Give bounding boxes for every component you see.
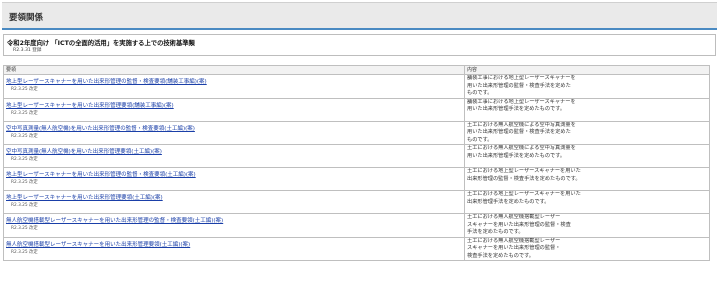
section-title: 要領関係 [9,13,44,23]
section-header: 要領関係 [2,2,717,30]
guidelines-table: 要領 内容 地上型レーザースキャナーを用いた出来形管理の監督・検査要領(舗装工事… [3,65,710,261]
table-row: 空中写真測量(無人航空機)を用いた出来形管理の監督・検査要領(土工編)(案) R2… [3,120,710,145]
guideline-link[interactable]: 地上型レーザースキャナーを用いた出来形管理の監督・検査要領(土工編)(案) [6,172,464,179]
guideline-link[interactable]: 地上型レーザースキャナーを用いた出来形管理要領(土工編)(案) [6,195,464,202]
guideline-description-cell: 土工における無人航空機による空中写真測量を 用いた出来形管理手法を定めたものです。 [464,144,710,168]
guideline-title-cell: 無人航空機搭載型レーザースキャナーを用いた出来形管理の監督・検査要領(土工編)(… [3,213,465,238]
description-line: 用いた出来形管理手法を定めたものです。 [467,106,566,112]
description-line: 舗装工事における地上型レーザースキャナーを [467,75,576,81]
guideline-description-cell: 土工における無人航空機による空中写真測量を 用いた出来形管理の監督・検査手法を定め… [464,120,710,145]
table-row: 地上型レーザースキャナーを用いた出来形管理要領(舗装工事編)(案) R2.3.25… [3,97,710,122]
guideline-date: R2.3.25 改定 [11,157,38,162]
table-row: 地上型レーザースキャナーを用いた出来形管理要領(土工編)(案) R2.3.25 改… [3,190,710,214]
guideline-date: R2.3.25 改定 [11,249,38,255]
description-line: 出来形管理手法を定めたものです。 [467,198,550,205]
guideline-description-cell: 土工における無人航空機搭載型レーザースキャナーを用いた出来形管理の監督・検査手法… [464,236,710,261]
description-line: スキャナーを用いた出来形管理の監督・ [467,245,561,251]
guideline-link[interactable]: 地上型レーザースキャナーを用いた出来形管理要領(舗装工事編)(案) [6,103,464,110]
column-header-title: 要領 [3,65,465,75]
guideline-title-cell: 空中写真測量(無人航空機)を用いた出来形管理の監督・検査要領(土工編)(案) R2… [3,120,465,145]
guideline-date: R2.3.25 改定 [11,133,38,139]
description-line: 土工における無人航空機による空中写真測量を [467,145,576,152]
table-row: 地上型レーザースキャナーを用いた出来形管理の監督・検査要領(土工編)(案) R2.… [3,167,710,191]
guideline-link[interactable]: 地上型レーザースキャナーを用いた出来形管理の監督・検査要領(舗装工事編)(案) [6,79,464,86]
guideline-title-cell: 空中写真測量(無人航空機)を用いた出来形管理要領(土工編)(案) R2.3.25 … [3,144,465,168]
description-line: 用いた出来形管理手法を定めたものです。 [467,152,566,159]
table-row: 地上型レーザースキャナーを用いた出来形管理の監督・検査要領(舗装工事編)(案) R… [3,74,710,99]
guideline-title-cell: 地上型レーザースキャナーを用いた出来形管理の監督・検査要領(土工編)(案) R2.… [3,167,465,191]
guideline-description-cell: 土工における無人航空機搭載型レーザースキャナーを用いた出来形管理の監督・検査手法… [464,213,710,238]
description-line: 土工における地上型レーザースキャナーを用いた [467,168,581,175]
table-row: 空中写真測量(無人航空機)を用いた出来形管理要領(土工編)(案) R2.3.25 … [3,144,710,168]
column-header-content: 内容 [464,65,710,75]
description-line: ものです。 [467,90,493,96]
guideline-title-cell: 地上型レーザースキャナーを用いた出来形管理の監督・検査要領(舗装工事編)(案) R… [3,74,465,99]
description-line: 用いた出来形管理の監督・検査手法を定めた [467,129,571,135]
standard-date: R2.3.31 登録 [13,48,42,53]
guideline-title-cell: 地上型レーザースキャナーを用いた出来形管理要領(舗装工事編)(案) R2.3.25… [3,97,465,122]
guideline-title-cell: 無人航空機搭載型レーザースキャナーを用いた出来形管理要領(土工編)(案) R2.3… [3,236,465,261]
description-line: 手法を定めたものです。 [467,229,524,235]
guideline-description-cell: 舗装工事における地上型レーザースキャナーを 用いた出来形管理手法を定めたものです。 [464,97,710,122]
standard-title: 令和2年度向け 「ICTの全面的活用」を実施する上での技術基準類 [7,40,195,47]
guideline-link[interactable]: 空中写真測量(無人航空機)を用いた出来形管理の監督・検査要領(土工編)(案) [6,126,464,133]
description-line: 土工における無人航空機搭載型レーザー [467,237,561,244]
description-line: 土工における無人航空機搭載型レーザー [467,214,561,220]
description-line: 舗装工事における地上型レーザースキャナーを [467,98,576,105]
guideline-date: R2.3.25 改定 [11,110,38,116]
description-line: 出来形管理の監督・検査手法を定めたものです。 [467,175,581,182]
table-row: 無人航空機搭載型レーザースキャナーを用いた出来形管理の監督・検査要領(土工編)(… [3,213,710,238]
description-line: 土工における地上型レーザースキャナーを用いた [467,191,581,198]
description-line: ものです。 [467,136,493,143]
guideline-link[interactable]: 無人航空機搭載型レーザースキャナーを用いた出来形管理の監督・検査要領(土工編)(… [6,218,464,225]
description-line: 用いた出来形管理の監督・検査手法を定めた [467,82,571,89]
guideline-date: R2.3.25 改定 [11,180,38,185]
table-header-row: 要領 内容 [3,65,710,75]
guideline-description-cell: 舗装工事における地上型レーザースキャナーを 用いた出来形管理の監督・検査手法を定め… [464,74,710,99]
description-line: 検査手法を定めたものです。 [467,252,534,259]
guideline-date: R2.3.25 改定 [11,226,38,231]
guideline-date: R2.3.25 改定 [11,87,38,92]
guideline-title-cell: 地上型レーザースキャナーを用いた出来形管理要領(土工編)(案) R2.3.25 改… [3,190,465,214]
guideline-description-cell: 土工における地上型レーザースキャナーを用いた 出来形管理の監督・検査手法を定めたも… [464,167,710,191]
guideline-date: R2.3.25 改定 [11,203,38,208]
table-row: 無人航空機搭載型レーザースキャナーを用いた出来形管理要領(土工編)(案) R2.3… [3,236,710,261]
guideline-description-cell: 土工における地上型レーザースキャナーを用いた 出来形管理手法を定めたものです。 [464,190,710,214]
description-line: スキャナーを用いた出来形管理の監督・検査 [467,221,571,228]
guideline-link[interactable]: 空中写真測量(無人航空機)を用いた出来形管理要領(土工編)(案) [6,149,464,156]
standard-info-box: 令和2年度向け 「ICTの全面的活用」を実施する上での技術基準類 R2.3.31… [3,34,716,56]
description-line: 土工における無人航空機による空中写真測量を [467,121,576,128]
guideline-link[interactable]: 無人航空機搭載型レーザースキャナーを用いた出来形管理要領(土工編)(案) [6,242,464,249]
